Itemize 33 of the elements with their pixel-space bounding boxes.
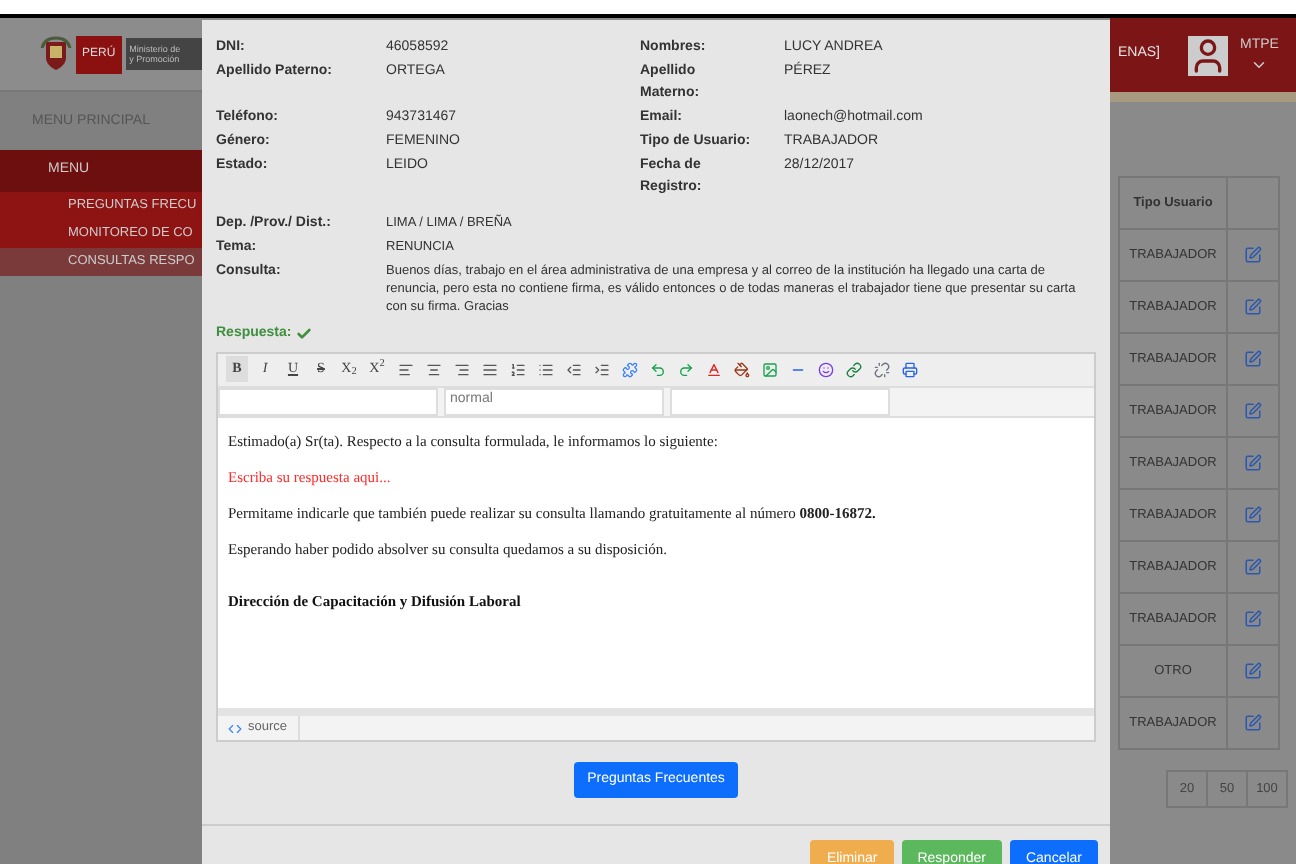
align-center-icon[interactable] [425, 361, 441, 377]
indent-icon[interactable] [593, 361, 609, 377]
redo-icon[interactable] [677, 361, 693, 377]
emoji-icon[interactable] [817, 361, 833, 377]
editor-content[interactable] [218, 417, 1094, 708]
link-icon[interactable] [845, 361, 861, 377]
edit-icon[interactable] [1244, 402, 1262, 420]
print-icon[interactable] [901, 361, 917, 377]
align-justify-icon[interactable] [481, 361, 497, 377]
unlink-icon[interactable] [873, 361, 889, 377]
edit-icon[interactable] [1244, 454, 1262, 472]
edit-icon[interactable] [1244, 714, 1262, 732]
code-icon [228, 721, 242, 735]
edit-icon[interactable] [1244, 246, 1262, 264]
edit-icon[interactable] [1244, 506, 1262, 524]
outdent-icon[interactable] [565, 361, 581, 377]
bullet-list-icon[interactable] [537, 361, 553, 377]
puzzle-icon[interactable] [621, 361, 637, 377]
check-icon [295, 326, 312, 343]
text-color-icon[interactable] [705, 361, 721, 377]
align-left-icon[interactable] [397, 361, 413, 377]
edit-icon[interactable] [1244, 558, 1262, 576]
align-right-icon[interactable] [453, 361, 469, 377]
numbered-list-icon[interactable] [509, 361, 525, 377]
fill-color-icon[interactable] [733, 361, 749, 377]
edit-icon[interactable] [1244, 350, 1262, 368]
edit-icon[interactable] [1244, 662, 1262, 680]
image-icon[interactable] [761, 361, 777, 377]
crest-icon [40, 36, 72, 72]
edit-icon[interactable] [1244, 298, 1262, 316]
user-avatar-icon [1188, 35, 1229, 75]
edit-icon[interactable] [1244, 610, 1262, 628]
undo-icon[interactable] [649, 361, 665, 377]
